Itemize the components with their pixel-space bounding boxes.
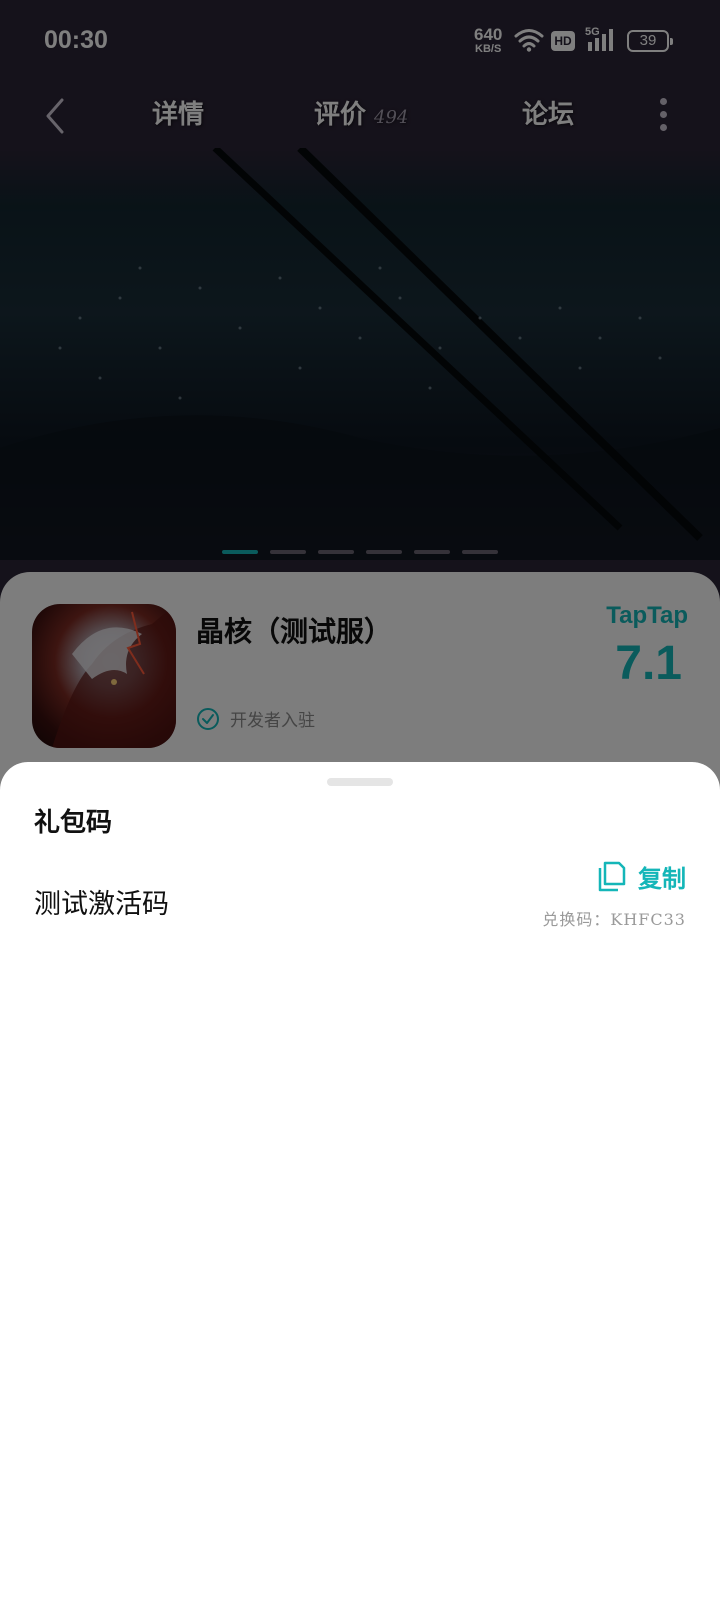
sheet-title: 礼包码 xyxy=(34,808,113,838)
gift-code-item: 测试激活码 复制 兑换码：KHFC33 xyxy=(0,858,720,938)
copy-button-label: 复制 xyxy=(638,863,686,893)
gift-code-sheet: 礼包码 测试激活码 复制 兑换码：KHFC33 xyxy=(0,762,720,1608)
copy-icon xyxy=(598,861,626,892)
gift-code-value: 兑换码：KHFC33 xyxy=(542,910,686,929)
sheet-drag-handle[interactable] xyxy=(327,778,393,786)
copy-button[interactable]: 复制 xyxy=(598,858,686,894)
gift-code-name: 测试激活码 xyxy=(34,889,169,920)
